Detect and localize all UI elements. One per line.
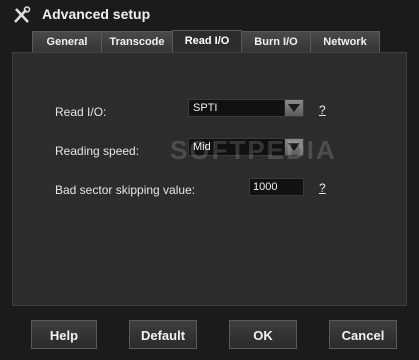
tab-general[interactable]: General: [32, 31, 102, 52]
read-io-label: Read I/O:: [55, 105, 107, 119]
bad-sector-help-link[interactable]: ?: [319, 181, 326, 195]
ok-button[interactable]: OK: [229, 320, 297, 349]
reading-speed-label: Reading speed:: [55, 144, 140, 158]
default-button[interactable]: Default: [129, 320, 197, 349]
chevron-down-icon[interactable]: [284, 100, 303, 116]
watermark: SOFTPEDIA: [170, 135, 337, 165]
window-title: Advanced setup: [42, 6, 151, 22]
tools-icon: [12, 6, 32, 24]
cancel-button[interactable]: Cancel: [329, 320, 397, 349]
read-io-value: SPTI: [193, 102, 218, 114]
bad-sector-input[interactable]: 1000: [249, 178, 304, 196]
bad-sector-label: Bad sector skipping value:: [55, 183, 196, 197]
tab-network[interactable]: Network: [310, 31, 380, 52]
title-bar: Advanced setup: [0, 0, 419, 30]
tab-bar: General Transcode Read I/O Burn I/O Netw…: [32, 30, 380, 53]
tab-burn-io[interactable]: Burn I/O: [241, 31, 311, 52]
settings-panel: Read I/O: SPTI ? Reading speed: Mid Bad …: [12, 52, 407, 306]
read-io-help-link[interactable]: ?: [319, 103, 326, 117]
tab-transcode[interactable]: Transcode: [101, 31, 173, 52]
tab-read-io[interactable]: Read I/O: [172, 30, 242, 53]
help-button[interactable]: Help: [31, 320, 97, 349]
read-io-select[interactable]: SPTI: [188, 99, 304, 117]
